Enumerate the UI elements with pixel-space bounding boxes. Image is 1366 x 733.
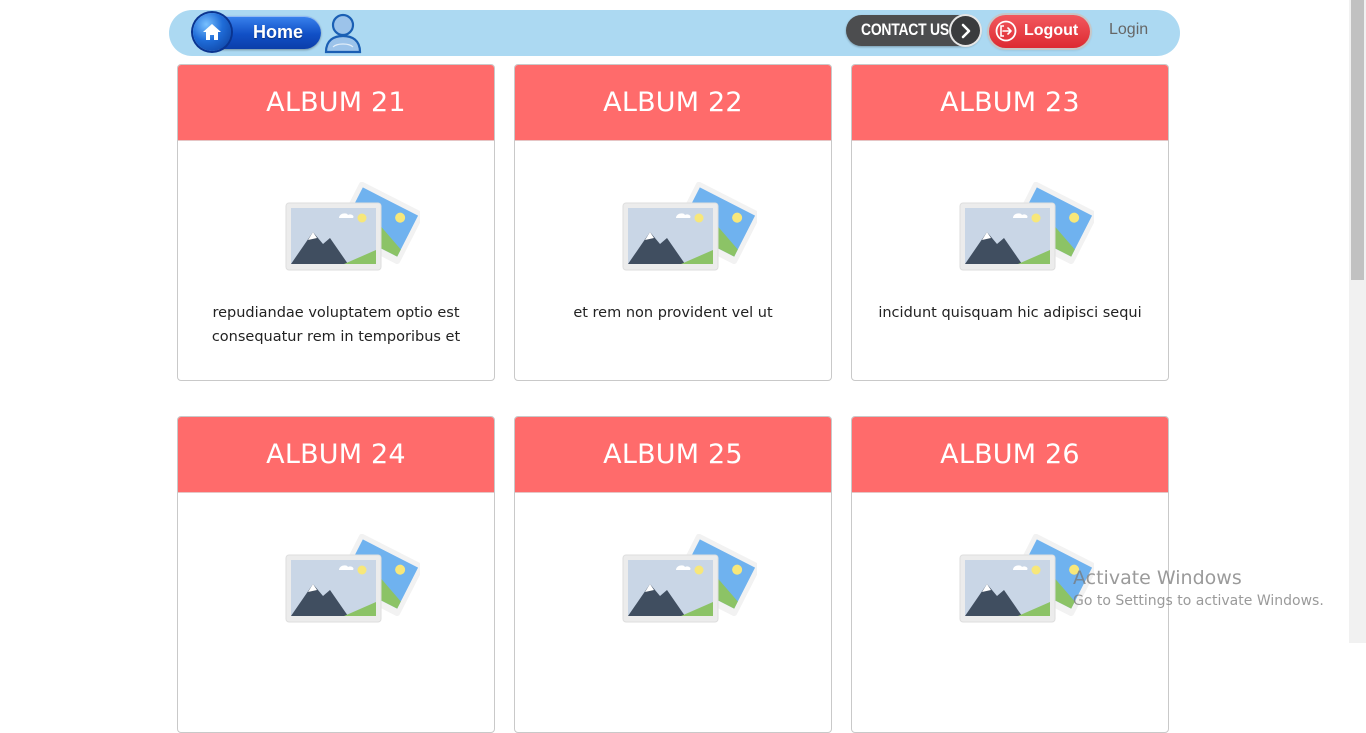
album-title: ALBUM 25 [603,439,743,470]
top-navbar: Home CONTACT US Logout Login [169,10,1180,56]
contact-us-button[interactable]: CONTACT US [846,15,981,46]
home-button[interactable]: Home [193,13,321,51]
album-title: ALBUM 23 [940,87,1080,118]
home-icon [193,13,231,51]
album-card[interactable]: ALBUM 22 et rem non provident vel ut [514,64,832,381]
album-description: et rem non provident vel ut [573,305,773,321]
album-card-header: ALBUM 24 [178,417,494,493]
activate-windows-subtitle: Go to Settings to activate Windows. [1073,593,1324,609]
album-card[interactable]: ALBUM 25 [514,416,832,733]
album-card-header: ALBUM 25 [515,417,831,493]
logout-icon [995,20,1017,42]
album-title: ALBUM 21 [266,87,406,118]
album-card-header: ALBUM 26 [852,417,1168,493]
activate-windows-title: Activate Windows [1073,567,1242,589]
logout-button[interactable]: Logout [989,15,1090,48]
album-card[interactable]: ALBUM 24 [177,416,495,733]
photo-gallery-icon [285,182,420,271]
user-icon[interactable] [323,12,363,54]
album-title: ALBUM 24 [266,439,406,470]
album-card-header: ALBUM 22 [515,65,831,141]
logout-label: Logout [1024,22,1079,39]
vertical-scrollbar[interactable] [1349,0,1366,643]
home-label: Home [253,22,304,42]
album-card[interactable]: ALBUM 21 repudiandae voluptatem optio es… [177,64,495,381]
album-description: incidunt quisquam hic adipisci sequi [878,305,1142,321]
album-title: ALBUM 22 [603,87,743,118]
chevron-right-icon [951,16,980,45]
photo-gallery-icon [622,534,757,623]
album-card[interactable]: ALBUM 23 incidunt quisquam hic adipisci … [851,64,1169,381]
photo-gallery-icon [959,182,1094,271]
album-card-header: ALBUM 21 [178,65,494,141]
album-title: ALBUM 26 [940,439,1080,470]
photo-gallery-icon [622,182,757,271]
scrollbar-thumb[interactable] [1351,0,1364,280]
login-link[interactable]: Login [1109,21,1148,39]
album-card-header: ALBUM 23 [852,65,1168,141]
contact-us-label: CONTACT US [861,20,949,39]
album-description: repudiandae voluptatem optio est consequ… [211,305,461,345]
photo-gallery-icon [285,534,420,623]
